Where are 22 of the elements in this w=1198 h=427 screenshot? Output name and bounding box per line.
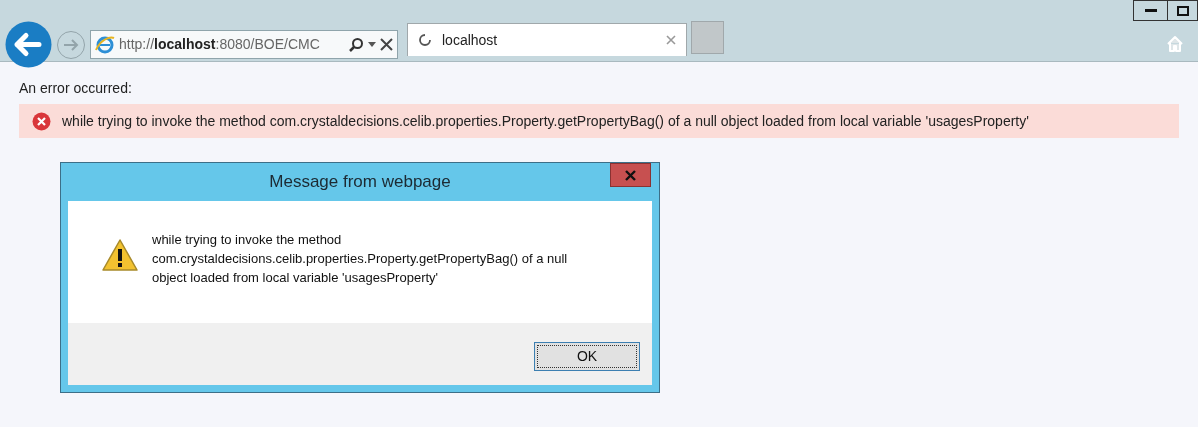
back-icon[interactable] <box>5 21 52 68</box>
address-text: http://localhost:8080/BOE/CMC <box>119 35 320 54</box>
warning-icon <box>101 238 139 272</box>
close-icon[interactable] <box>380 38 393 51</box>
close-icon <box>625 169 636 181</box>
ok-button[interactable]: OK <box>534 342 640 371</box>
search-icon[interactable] <box>348 36 364 53</box>
minimize-button[interactable] <box>1133 0 1168 21</box>
address-bar[interactable]: http://localhost:8080/BOE/CMC <box>90 30 398 59</box>
minimize-icon <box>1144 8 1157 13</box>
error-icon <box>32 111 51 131</box>
tab-title: localhost <box>442 30 498 50</box>
browser-tab[interactable]: localhost <box>407 23 687 56</box>
browser-logo-icon <box>95 34 115 55</box>
dialog-title: Message from webpage <box>269 171 451 194</box>
dialog-message: while trying to invoke the method com.crystaldecisions.celib.properties.Property.getPropertyBag() of a null object loaded from local variable 'usagesProperty' <box>152 231 569 287</box>
dropdown-icon[interactable] <box>368 42 376 47</box>
maximize-icon <box>1176 5 1189 16</box>
close-button[interactable] <box>610 163 651 187</box>
error-heading: An error occurred: <box>19 79 133 98</box>
error-message: while trying to invoke the method com.crystaldecisions.celib.properties.Property.getPropertyBag() of a null object loaded from local variable 'usagesProperty' <box>62 111 1029 131</box>
maximize-button[interactable] <box>1168 0 1198 21</box>
